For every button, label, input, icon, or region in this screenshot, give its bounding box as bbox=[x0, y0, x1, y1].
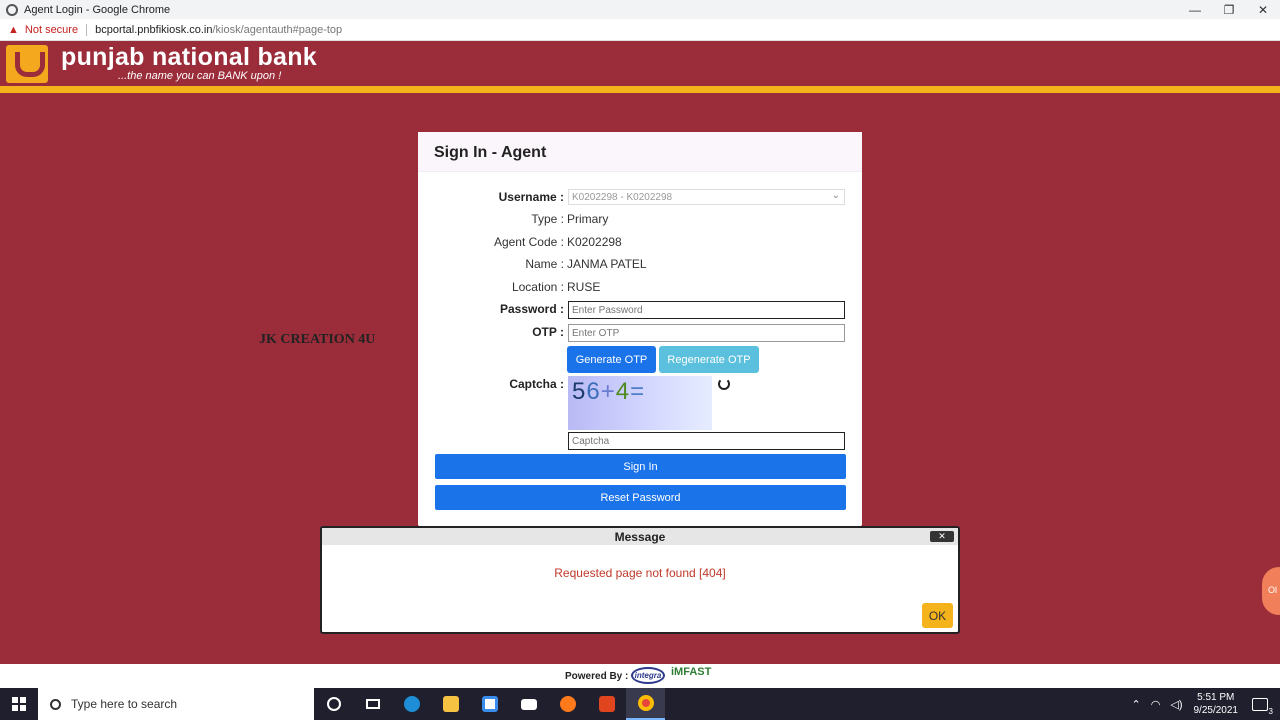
window-controls: — ❐ ✕ bbox=[1178, 0, 1280, 19]
chrome-taskbar-icon[interactable] bbox=[626, 688, 665, 720]
chrome-icon bbox=[6, 3, 18, 16]
pnb-logo-icon bbox=[6, 45, 48, 83]
store-icon[interactable] bbox=[470, 688, 509, 720]
close-window-button[interactable]: ✕ bbox=[1246, 0, 1280, 19]
edge-icon[interactable] bbox=[392, 688, 431, 720]
dialog-close-icon[interactable]: ✕ bbox=[930, 531, 954, 542]
start-button[interactable] bbox=[0, 688, 38, 720]
captcha-char: 6 bbox=[586, 378, 601, 405]
cortana-icon[interactable] bbox=[314, 688, 353, 720]
location-label: Location : bbox=[511, 280, 564, 294]
captcha-char: = bbox=[630, 378, 646, 405]
bank-header: punjab national bank ...the name you can… bbox=[0, 41, 1280, 86]
captcha-image: 56+4= bbox=[568, 376, 712, 430]
signin-button[interactable]: Sign In bbox=[435, 454, 846, 479]
search-icon bbox=[50, 698, 61, 710]
dialog-message: Requested page not found [404] bbox=[554, 566, 726, 580]
agent-code-label: Agent Code : bbox=[493, 235, 564, 249]
username-value: K0202298 - K0202298 bbox=[572, 192, 673, 203]
taskbar-clock[interactable]: 5:51 PM 9/25/2021 bbox=[1194, 691, 1239, 717]
bank-tagline: ...the name you can BANK upon ! bbox=[118, 70, 282, 82]
imfast-logo: iMFAST bbox=[671, 666, 712, 678]
mail-icon[interactable] bbox=[509, 688, 548, 720]
header-strip bbox=[0, 86, 1280, 93]
clock-time: 5:51 PM bbox=[1197, 692, 1235, 703]
reset-password-button[interactable]: Reset Password bbox=[435, 485, 846, 510]
integra-logo: integra bbox=[631, 667, 665, 684]
side-chat-bubble[interactable]: Ol bbox=[1262, 567, 1280, 615]
name-label: Name : bbox=[525, 257, 564, 271]
name-row: Name : JANMA PATEL bbox=[418, 255, 862, 275]
captcha-char: + bbox=[600, 378, 616, 405]
username-label: Username : bbox=[498, 190, 564, 204]
signin-title: Sign In - Agent bbox=[418, 132, 862, 172]
type-value: Primary bbox=[567, 212, 609, 226]
task-view-icon[interactable] bbox=[353, 688, 392, 720]
username-select[interactable]: K0202298 - K0202298 ⌄ bbox=[568, 189, 845, 205]
page-footer: Powered By : integra iMFAST bbox=[0, 664, 1280, 688]
window-title: Agent Login - Google Chrome bbox=[24, 3, 171, 16]
volume-icon[interactable]: ◁) bbox=[1170, 698, 1182, 711]
windows-taskbar: Type here to search ⌃ ◠ ◁) 5:51 PM 9/25/… bbox=[0, 688, 1280, 720]
browser-title-bar: Agent Login - Google Chrome — ❐ ✕ bbox=[0, 0, 1280, 19]
watermark-text: JK CREATION 4U bbox=[259, 332, 376, 347]
otp-field[interactable] bbox=[568, 324, 845, 342]
security-label[interactable]: Not secure bbox=[25, 24, 78, 36]
address-divider bbox=[86, 23, 88, 36]
refresh-captcha-icon[interactable] bbox=[718, 378, 730, 390]
ok-button[interactable]: OK bbox=[922, 603, 953, 628]
search-placeholder: Type here to search bbox=[71, 697, 178, 711]
regenerate-otp-button[interactable]: Regenerate OTP bbox=[659, 346, 759, 373]
otp-label: OTP : bbox=[532, 325, 564, 339]
type-label: Type : bbox=[531, 212, 564, 226]
captcha-field[interactable] bbox=[568, 432, 845, 450]
generate-otp-button[interactable]: Generate OTP bbox=[567, 346, 656, 373]
chevron-down-icon: ⌄ bbox=[831, 190, 840, 201]
clock-date: 9/25/2021 bbox=[1193, 705, 1239, 716]
wifi-icon[interactable]: ◠ bbox=[1151, 698, 1161, 711]
notification-icon[interactable]: 3 bbox=[1252, 697, 1273, 716]
captcha-char: 4 bbox=[615, 378, 631, 405]
signin-panel: Sign In - Agent Username : K0202298 - K0… bbox=[418, 132, 862, 527]
address-bar[interactable]: ▲ Not secure bcportal.pnbfikiosk.co.in/k… bbox=[0, 19, 1280, 41]
password-field[interactable] bbox=[568, 301, 845, 319]
location-value: RUSE bbox=[567, 280, 601, 294]
url-host[interactable]: bcportal.pnbfikiosk.co.in bbox=[95, 24, 212, 36]
location-row: Location : RUSE bbox=[418, 278, 862, 298]
file-explorer-icon[interactable] bbox=[431, 688, 470, 720]
powered-by-label: Powered By : bbox=[565, 671, 629, 682]
notification-count: 3 bbox=[1268, 706, 1273, 716]
captcha-char: 5 bbox=[572, 378, 587, 405]
password-label: Password : bbox=[499, 302, 564, 316]
captcha-label: Captcha : bbox=[509, 377, 564, 391]
type-row: Type : Primary bbox=[418, 210, 862, 230]
restore-button[interactable]: ❐ bbox=[1212, 0, 1246, 19]
taskbar-search[interactable]: Type here to search bbox=[38, 688, 314, 720]
firefox-icon[interactable] bbox=[548, 688, 587, 720]
agent-code-value: K0202298 bbox=[567, 235, 622, 249]
minimize-button[interactable]: — bbox=[1178, 0, 1212, 19]
chevron-up-icon[interactable]: ⌃ bbox=[1132, 698, 1141, 711]
windows-logo-icon bbox=[12, 697, 26, 711]
system-tray: ⌃ ◠ ◁) 5:51 PM 9/25/2021 3 bbox=[1127, 688, 1280, 720]
message-dialog: Message ✕ Requested page not found [404]… bbox=[320, 526, 960, 634]
dialog-title: Message bbox=[322, 528, 958, 545]
agent-code-row: Agent Code : K0202298 bbox=[418, 233, 862, 253]
url-path[interactable]: /kiosk/agentauth#page-top bbox=[213, 24, 343, 36]
warning-icon[interactable]: ▲ bbox=[8, 24, 19, 36]
bank-name: punjab national bank bbox=[61, 43, 318, 71]
recorder-icon[interactable] bbox=[587, 688, 626, 720]
name-value: JANMA PATEL bbox=[567, 257, 647, 271]
